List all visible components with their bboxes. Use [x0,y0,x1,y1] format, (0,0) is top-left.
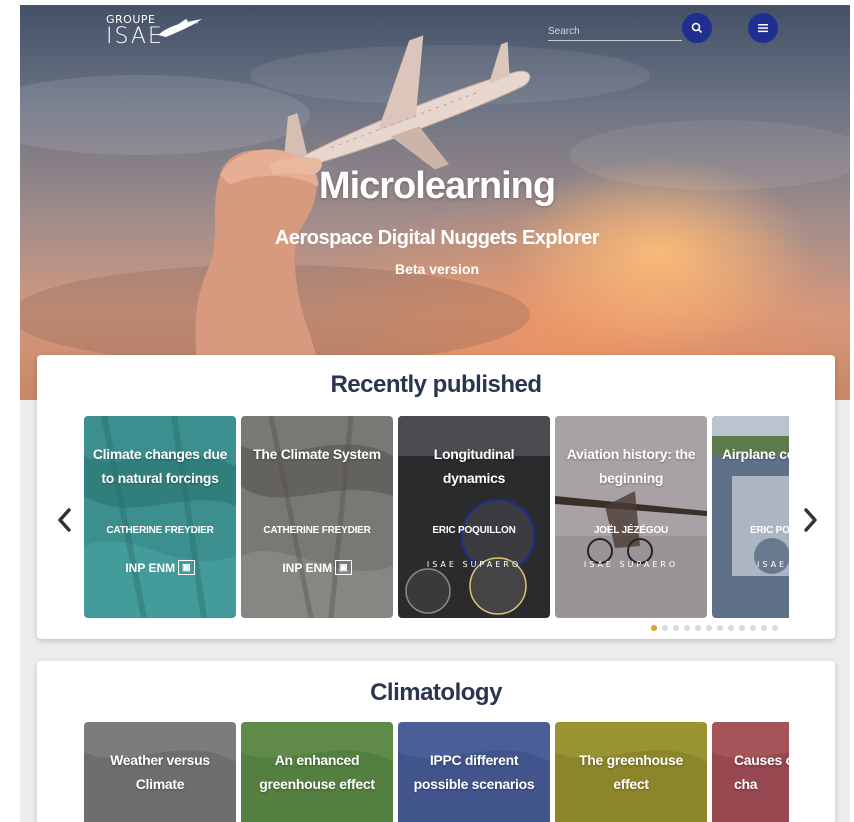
card-title: IPPC different possible scenarios [413,752,535,792]
chevron-left-icon [58,508,71,532]
climatology-title: Climatology [370,679,502,706]
chevron-right-icon [804,508,817,532]
card-author: ERIC POC [750,525,789,536]
course-card[interactable]: Causes o cha [712,722,789,822]
course-card[interactable]: The Climate System CATHERINE FREYDIER IN… [241,416,393,618]
course-card[interactable]: Longitudinal dynamics ERIC POQUILLON ISA… [398,416,550,618]
card-author: JOËL JÉZÉGOU [593,525,669,536]
pagination-dot[interactable] [750,625,756,631]
card-title: The greenhouse effect [579,752,683,792]
pagination-dot[interactable] [673,625,679,631]
carousel-pagination [651,625,778,631]
course-card[interactable]: An enhanced greenhouse effect [241,722,393,822]
card-logo-text: ISAE SUPAERO [426,560,522,569]
menu-icon [758,24,768,33]
enm-box-icon: ▣ [335,560,352,575]
climatology-section: Climatology Weather versus Climate An en… [37,661,835,822]
course-card[interactable]: Weather versus Climate [84,722,236,822]
card-author: CATHERINE FREYDIER [106,525,214,536]
course-card[interactable]: Climate changes due to natural forcings … [84,416,236,618]
pagination-dot[interactable] [706,625,712,631]
course-card[interactable]: IPPC different possible scenarios [398,722,550,822]
card-author: CATHERINE FREYDIER [263,525,371,536]
pagination-dot[interactable] [684,625,690,631]
card-title: Weather versus Climate [110,752,210,792]
search-input[interactable] [548,22,682,41]
course-card[interactable]: The greenhouse effect [555,722,707,822]
search-icon [691,22,703,34]
card-title: Airplane co [722,446,789,462]
card-author: ERIC POQUILLON [432,525,516,536]
pagination-dot[interactable] [717,625,723,631]
svg-text:×: × [194,19,199,26]
course-card[interactable]: Aviation history: the beginning JOËL JÉZ… [555,416,707,618]
card-institution-logo: ISAE SUPA [712,560,789,569]
card-logo-text: ISAE SUPA [757,560,789,569]
search-field[interactable] [548,21,682,41]
card-institution-logo: ISAE SUPAERO [398,560,550,569]
enm-box-icon: ▣ [178,560,195,575]
hero-banner: GROUPE ISAE × Microlearning A [20,5,850,400]
card-title: Longitudinal dynamics [433,446,515,486]
recently-published-section: Recently published Climate changes due t… [37,355,835,639]
pagination-dot[interactable] [651,625,657,631]
card-title: Aviation history: the beginning [566,446,696,486]
beta-label: Beta version [394,261,480,277]
card-logo-text: INP ENM [282,560,333,575]
course-card[interactable]: Airplane co ERIC POC ISAE SUPA [712,416,789,618]
pagination-dot[interactable] [761,625,767,631]
carousel-prev-button[interactable] [54,505,74,535]
card-title: The Climate System [253,446,381,462]
card-title: Climate changes due to natural forcings [92,446,228,486]
search-button[interactable] [682,13,712,43]
card-institution-logo: INP ENM ▣ [241,560,393,575]
pagination-dot[interactable] [728,625,734,631]
climatology-carousel: Weather versus Climate An enhanced green… [84,722,789,822]
isae-logo[interactable]: GROUPE ISAE × [106,13,216,53]
card-institution-logo: INP ENM ▣ [84,560,236,575]
card-title: An enhanced greenhouse effect [259,752,375,792]
pagination-dot[interactable] [695,625,701,631]
recently-published-carousel: Climate changes due to natural forcings … [84,416,789,618]
card-logo-text: INP ENM [125,560,176,575]
hero-subtitle: Aerospace Digital Nuggets Explorer [274,227,600,249]
carousel-next-button[interactable] [801,505,821,535]
pagination-dot[interactable] [662,625,668,631]
bird-logo-icon: × [158,19,202,37]
card-logo-text: ISAE SUPAERO [583,560,679,569]
pagination-dot[interactable] [772,625,778,631]
menu-button[interactable] [748,13,778,43]
pagination-dot[interactable] [739,625,745,631]
recently-published-title: Recently published [330,371,542,398]
page: GROUPE ISAE × Microlearning A [20,5,850,822]
card-institution-logo: ISAE SUPAERO [555,560,707,569]
card-title: Causes o cha [734,752,789,792]
hero-title: Microlearning [318,165,556,207]
